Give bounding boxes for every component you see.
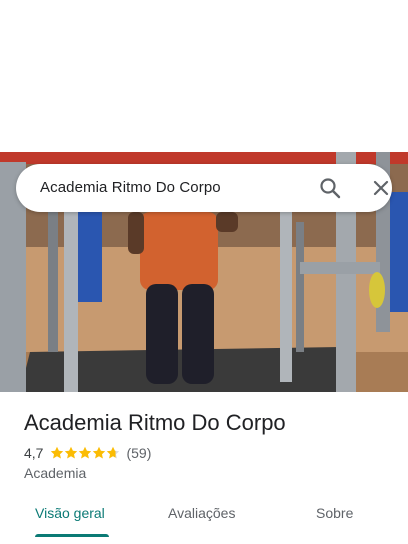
search-query-text[interactable]: Academia Ritmo Do Corpo <box>40 179 221 196</box>
rating-value: 4,7 <box>24 445 44 461</box>
star-icon <box>51 446 64 459</box>
search-bar[interactable]: Academia Ritmo Do Corpo <box>16 164 392 212</box>
review-count[interactable]: (59) <box>126 445 151 461</box>
place-category[interactable]: Academia <box>24 465 86 481</box>
star-icon <box>65 446 78 459</box>
rating-row[interactable]: 4,7 (59) <box>24 444 151 462</box>
tab-bar: Visão geral Avaliações Sobre <box>0 500 408 540</box>
active-tab-indicator <box>35 534 109 537</box>
star-icon <box>79 446 92 459</box>
star-icon <box>107 446 120 459</box>
star-icon <box>93 446 106 459</box>
star-rating <box>50 446 120 460</box>
search-icon[interactable] <box>318 176 342 200</box>
place-title: Academia Ritmo Do Corpo <box>24 410 286 435</box>
blank-map-area <box>0 0 408 152</box>
tab-about[interactable]: Sobre <box>316 505 353 521</box>
tab-reviews[interactable]: Avaliações <box>168 505 235 521</box>
tab-overview[interactable]: Visão geral <box>35 505 105 521</box>
close-icon[interactable] <box>369 176 393 200</box>
